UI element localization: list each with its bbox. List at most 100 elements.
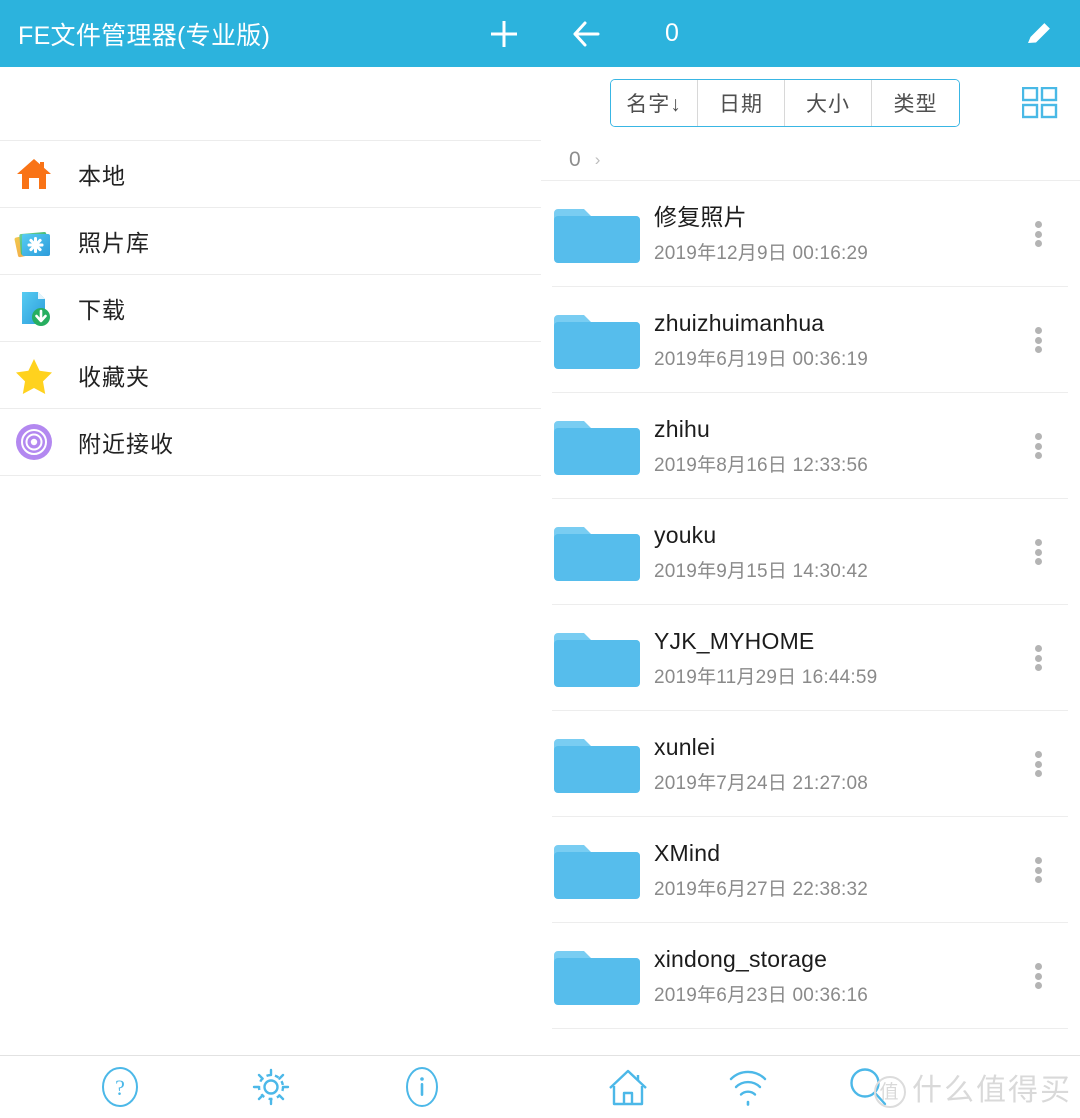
folder-icon (552, 734, 642, 794)
sort-by-type-button[interactable]: 类型 (872, 80, 959, 126)
app-header: FE文件管理器(专业版) 0 (0, 0, 1080, 67)
svg-text:?: ? (115, 1075, 125, 1100)
content-panel: 名字↓ 日期 大小 类型 0 › 修复照片 2019年12月9日 00:16:29… (541, 67, 1080, 1055)
settings-button[interactable] (247, 1063, 295, 1111)
folder-icon (552, 946, 642, 1006)
more-vertical-icon[interactable] (1024, 323, 1052, 357)
download-icon (14, 288, 54, 328)
file-name: zhihu (654, 415, 710, 442)
more-vertical-icon[interactable] (1024, 217, 1052, 251)
tab-counter[interactable]: 0 (650, 12, 694, 56)
sidebar-item-favorites[interactable]: 收藏夹 (0, 342, 541, 409)
folder-icon (552, 840, 642, 900)
table-row[interactable]: 修复照片 2019年12月9日 00:16:29 (541, 181, 1080, 287)
wifi-icon (729, 1070, 767, 1106)
folder-icon (552, 204, 642, 264)
table-row[interactable]: YJK_MYHOME 2019年11月29日 16:44:59 (541, 605, 1080, 711)
file-info: 修复照片 2019年12月9日 00:16:29 (654, 203, 868, 266)
sidebar-item-label: 本地 (78, 163, 126, 189)
file-name: youku (654, 521, 717, 548)
file-name: xindong_storage (654, 945, 828, 972)
table-row[interactable]: xindong_storage 2019年6月23日 00:36:16 (541, 923, 1080, 1029)
info-icon (406, 1067, 438, 1107)
file-name: YJK_MYHOME (654, 627, 815, 654)
file-info: zhihu 2019年8月16日 12:33:56 (654, 415, 868, 478)
file-date: 2019年6月27日 22:38:32 (654, 879, 869, 901)
watermark: 值什么值得买 (874, 1065, 1072, 1109)
more-vertical-icon[interactable] (1024, 747, 1052, 781)
file-name: 修复照片 (654, 203, 747, 230)
app-screen: FE文件管理器(专业版) 0 本地 照片库 下载 收藏夹 附近接收 名字↓ 日期… (0, 0, 1080, 1118)
sidebar-item-label: 附近接收 (78, 431, 174, 457)
sort-by-name-button[interactable]: 名字↓ (611, 80, 698, 126)
sidebar-item-local[interactable]: 本地 (0, 141, 541, 208)
file-info: youku 2019年9月15日 14:30:42 (654, 521, 868, 584)
info-button[interactable] (398, 1063, 446, 1111)
file-list[interactable]: 修复照片 2019年12月9日 00:16:29 zhuizhuimanhua 201… (541, 181, 1080, 1055)
more-vertical-icon[interactable] (1024, 429, 1052, 463)
header-actions: 0 (482, 0, 694, 67)
more-vertical-icon[interactable] (1024, 853, 1052, 887)
help-button[interactable]: ? (96, 1063, 144, 1111)
sidebar-item-nearby-share[interactable]: 附近接收 (0, 409, 541, 476)
file-info: XMind 2019年6月27日 22:38:32 (654, 839, 868, 902)
file-info: YJK_MYHOME 2019年11月29日 16:44:59 (654, 627, 877, 690)
settings-icon (252, 1068, 290, 1106)
table-row[interactable]: Xiaomi (541, 1029, 1080, 1055)
table-row[interactable]: youku 2019年9月15日 14:30:42 (541, 499, 1080, 605)
sort-toolbar: 名字↓ 日期 大小 类型 (541, 67, 1080, 139)
file-name: xunlei (654, 733, 716, 760)
table-row[interactable]: zhihu 2019年8月16日 12:33:56 (541, 393, 1080, 499)
file-date: 2019年8月16日 12:33:56 (654, 455, 869, 477)
file-name: XMind (654, 839, 721, 866)
home-button[interactable] (604, 1063, 652, 1111)
bottom-nav-bar: ? 值 什么值得买 (0, 1055, 1080, 1118)
sort-by-size-button[interactable]: 大小 (785, 80, 872, 126)
file-info: zhuizhuimanhua 2019年6月19日 00:36:19 (654, 309, 868, 372)
star-icon (14, 355, 54, 395)
photo-library-icon (14, 221, 54, 261)
grid-view-icon (1021, 86, 1058, 119)
view-toggle-button[interactable] (1021, 86, 1058, 119)
sort-by-date-button[interactable]: 日期 (698, 80, 785, 126)
file-info: xindong_storage 2019年6月23日 00:36:16 (654, 945, 868, 1008)
home-icon (609, 1069, 647, 1106)
table-row[interactable]: xunlei 2019年7月24日 21:27:08 (541, 711, 1080, 817)
file-date: 2019年12月9日 00:16:29 (654, 243, 869, 265)
file-date: 2019年11月29日 16:44:59 (654, 667, 878, 689)
watermark-badge: 值 (874, 1075, 906, 1108)
chevron-right-icon: › (594, 149, 601, 169)
file-info: xunlei 2019年7月24日 21:27:08 (654, 733, 868, 796)
pencil-icon (1028, 21, 1052, 43)
sort-segmented-control: 名字↓ 日期 大小 类型 (610, 79, 960, 127)
breadcrumb-item-root[interactable]: 0 (569, 148, 581, 172)
folder-icon (552, 522, 642, 582)
sidebar-item-download[interactable]: 下载 (0, 275, 541, 342)
home-icon (14, 154, 54, 194)
sidebar-item-label: 下载 (78, 297, 126, 323)
help-icon: ? (102, 1067, 138, 1107)
more-vertical-icon[interactable] (1024, 959, 1052, 993)
table-row[interactable]: XMind 2019年6月27日 22:38:32 (541, 817, 1080, 923)
sidebar-top-spacer (0, 67, 541, 141)
edit-button[interactable] (1016, 11, 1062, 57)
plus-icon (491, 20, 517, 47)
nearby-share-icon (14, 422, 54, 462)
breadcrumb: 0 › (541, 139, 1080, 181)
watermark-text: 什么值得买 (912, 1073, 1072, 1108)
add-tab-button[interactable] (482, 12, 526, 56)
back-button[interactable] (566, 12, 610, 56)
folder-icon (552, 310, 642, 370)
file-date: 2019年6月19日 00:36:19 (654, 349, 869, 371)
folder-icon (552, 628, 642, 688)
file-name: zhuizhuimanhua (654, 309, 825, 336)
sidebar-item-label: 照片库 (78, 230, 150, 256)
more-vertical-icon[interactable] (1024, 641, 1052, 675)
tab-count-label: 0 (665, 19, 679, 47)
page-title: FE文件管理器(专业版) (18, 21, 271, 50)
folder-icon (552, 416, 642, 476)
sidebar-item-photo-library[interactable]: 照片库 (0, 208, 541, 275)
table-row[interactable]: zhuizhuimanhua 2019年6月19日 00:36:19 (541, 287, 1080, 393)
wifi-button[interactable] (724, 1063, 772, 1111)
more-vertical-icon[interactable] (1024, 535, 1052, 569)
